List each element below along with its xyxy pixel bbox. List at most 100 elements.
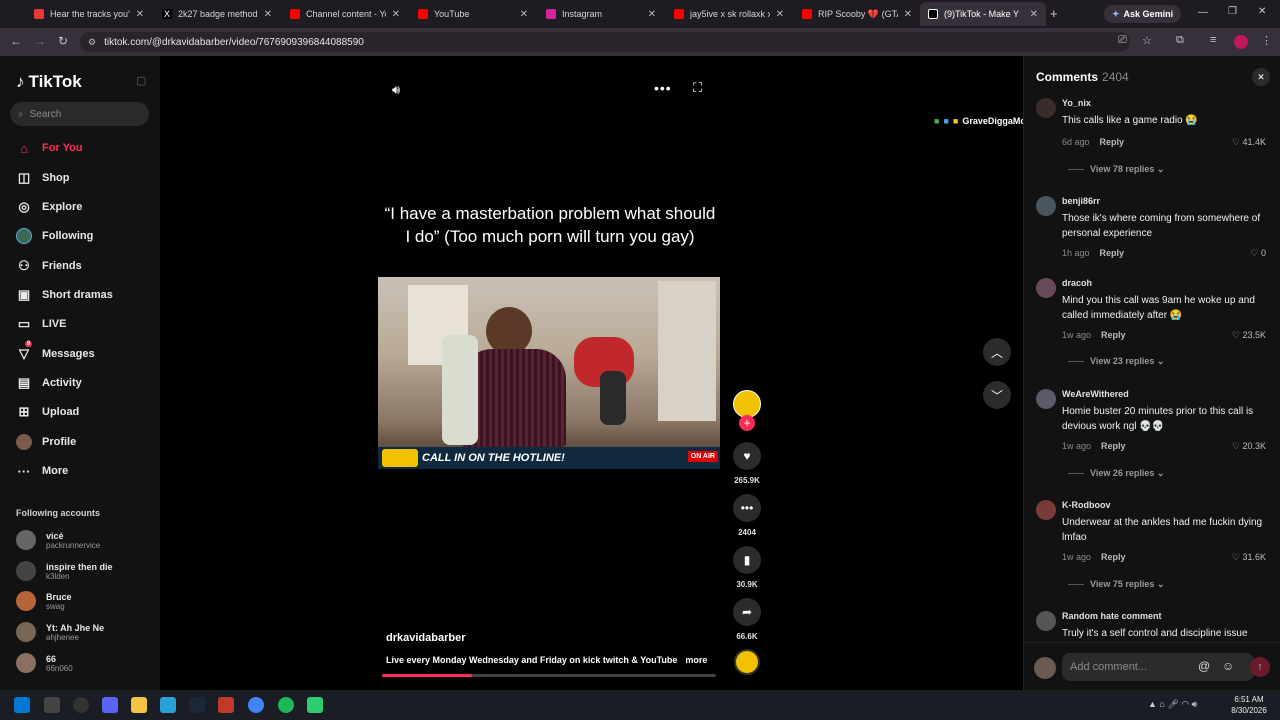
send-button[interactable]: ↑ xyxy=(1250,657,1270,677)
close-icon[interactable]: ✕ xyxy=(904,9,912,20)
nav-shop[interactable]: ◫ Shop xyxy=(16,168,70,188)
browser-tab[interactable]: Hear the tracks you've✕ xyxy=(26,2,152,26)
browser-tab[interactable]: YouTube ✕ xyxy=(410,2,536,26)
mention-icon[interactable]: @ xyxy=(1198,659,1210,673)
close-icon[interactable]: ✕ xyxy=(392,9,400,20)
new-tab-button[interactable]: + xyxy=(1050,6,1058,21)
video-author[interactable]: drkavidabarber xyxy=(386,632,465,644)
fullscreen-icon[interactable]: ⛶ xyxy=(693,80,702,96)
close-icon[interactable]: ✕ xyxy=(136,9,144,20)
nav-profile[interactable]: Profile xyxy=(16,432,76,452)
share-button[interactable]: ➦ xyxy=(733,598,761,626)
nav-following[interactable]: Following xyxy=(16,226,93,246)
following-account[interactable]: vicé packrunnervice xyxy=(16,530,100,550)
close-icon[interactable]: ✕ xyxy=(648,9,656,20)
reply-button[interactable]: Reply xyxy=(1101,330,1126,340)
clock[interactable]: 6:51 AM 8/30/2026 xyxy=(1224,694,1274,716)
video-progress-bar[interactable] xyxy=(382,674,716,677)
address-bar[interactable]: ⚙ tiktok.com/@drkavidabarber/video/76769… xyxy=(80,32,1130,52)
bookmark-star-icon[interactable]: ☆ xyxy=(1142,34,1152,47)
file-explorer-icon[interactable] xyxy=(131,697,147,713)
ask-gemini-button[interactable]: ✦ Ask Gemini xyxy=(1104,5,1182,23)
close-icon[interactable]: ✕ xyxy=(520,9,528,20)
view-replies-button[interactable]: View 23 replies ⌄ xyxy=(1068,356,1164,367)
widgets-icon[interactable] xyxy=(73,697,89,713)
minimize-icon[interactable]: — xyxy=(1198,7,1208,18)
site-info-icon[interactable]: ⚙ xyxy=(88,37,96,48)
comment-like[interactable]: ♡ 20.3K xyxy=(1232,441,1266,452)
tiktok-logo[interactable]: ♪ TikTok xyxy=(16,72,82,92)
reply-button[interactable]: Reply xyxy=(1101,552,1126,562)
profile-avatar-icon[interactable] xyxy=(1234,35,1248,49)
following-account[interactable]: Yt: Ah Jhe Ne ahjhenee xyxy=(16,622,104,642)
close-comments-button[interactable]: ✕ xyxy=(1252,68,1270,86)
following-account[interactable]: Bruce swag xyxy=(16,591,72,611)
media-controls-icon[interactable]: ≡ xyxy=(1210,34,1216,46)
browser-tab[interactable]: Channel content - You✕ xyxy=(282,2,408,26)
nav-upload[interactable]: ⊞ Upload xyxy=(16,402,80,422)
following-account[interactable]: inspire then die k3lden xyxy=(16,561,113,581)
close-icon[interactable]: ✕ xyxy=(776,9,784,20)
steam-icon[interactable] xyxy=(189,697,205,713)
comment-like[interactable]: ♡ 0 xyxy=(1250,248,1266,259)
nav-short-dramas[interactable]: ▣ Short dramas xyxy=(16,285,113,305)
comment-input[interactable]: Add comment... @ ☺ xyxy=(1062,653,1254,681)
nav-live[interactable]: ▭ LIVE xyxy=(16,314,67,334)
view-replies-button[interactable]: View 75 replies ⌄ xyxy=(1068,579,1164,590)
browser-tab[interactable]: X 2k27 badge method - ✕ xyxy=(154,2,280,26)
nav-explore[interactable]: ◎ Explore xyxy=(16,197,82,217)
discord-icon[interactable] xyxy=(102,697,118,713)
windows-start-icon[interactable] xyxy=(14,697,30,713)
close-icon[interactable]: ✕ xyxy=(264,9,272,20)
previous-video-button[interactable]: ︿ xyxy=(983,338,1011,366)
nav-more[interactable]: ··· More xyxy=(16,461,69,481)
save-button[interactable]: ▮ xyxy=(733,546,761,574)
task-view-icon[interactable] xyxy=(44,697,60,713)
browser-tab[interactable]: jay5ive x sk rollaxk x sc✕ xyxy=(666,2,792,26)
close-icon[interactable]: ✕ xyxy=(1030,9,1038,20)
follow-plus-icon[interactable]: + xyxy=(739,415,755,431)
nav-for-you[interactable]: ⌂ For You xyxy=(16,138,82,158)
browser-menu-icon[interactable]: ⋮ xyxy=(1261,34,1272,47)
more-link[interactable]: more xyxy=(685,655,707,665)
app-icon[interactable] xyxy=(307,697,323,713)
reload-icon[interactable]: ↻ xyxy=(58,34,68,48)
extensions-icon[interactable]: ⧉ xyxy=(1176,34,1184,47)
app-icon[interactable] xyxy=(218,697,234,713)
nav-messages[interactable]: ▽ 9 Messages xyxy=(16,341,95,364)
view-replies-button[interactable]: View 78 replies ⌄ xyxy=(1068,164,1164,175)
music-disc-icon[interactable] xyxy=(734,649,760,675)
forward-icon[interactable]: → xyxy=(34,34,46,48)
chrome-icon[interactable] xyxy=(248,697,264,713)
reply-button[interactable]: Reply xyxy=(1100,137,1125,147)
comment-like[interactable]: ♡ 23.5K xyxy=(1232,330,1266,341)
tray-icons[interactable]: ▲ ⌂ 🎤︎ ◠ 🔊︎ xyxy=(1148,699,1197,710)
install-app-icon[interactable]: ⎚ xyxy=(1118,34,1127,47)
view-replies-button[interactable]: View 26 replies ⌄ xyxy=(1068,468,1164,479)
following-account[interactable]: 66 66n060 xyxy=(16,653,73,673)
comment-button[interactable]: ••• xyxy=(733,494,761,522)
more-options-icon[interactable]: ••• xyxy=(654,80,672,96)
browser-tab[interactable]: Instagram ✕ xyxy=(538,2,664,26)
maximize-icon[interactable]: ❐ xyxy=(1228,6,1237,17)
comment-like[interactable]: ♡ 31.6K xyxy=(1232,552,1266,563)
back-icon[interactable]: ← xyxy=(10,34,22,48)
collapse-sidebar-icon[interactable]: ▢ xyxy=(136,74,146,87)
video-player[interactable]: CALL IN ON THE HOTLINE! ON AIR xyxy=(378,277,720,469)
nav-activity[interactable]: ▤ Activity xyxy=(16,373,82,393)
comment-like[interactable]: ♡ 41.4K xyxy=(1232,137,1266,148)
reply-button[interactable]: Reply xyxy=(1100,248,1125,258)
window-close-icon[interactable]: ✕ xyxy=(1258,6,1266,17)
app-icon[interactable] xyxy=(160,697,176,713)
browser-tab-active[interactable]: (9)TikTok - Make Y ✕ xyxy=(920,2,1046,26)
spotify-icon[interactable] xyxy=(278,697,294,713)
like-button[interactable]: ♥ xyxy=(733,442,761,470)
browser-tab[interactable]: RIP Scooby 💔 (GTA ✕ xyxy=(794,2,920,26)
volume-icon[interactable]: 🔊︎ xyxy=(392,82,400,98)
next-video-button[interactable]: ﹀ xyxy=(983,381,1011,409)
creator-avatar[interactable] xyxy=(733,390,761,418)
nav-friends[interactable]: ⚇ Friends xyxy=(16,256,82,276)
search-input[interactable]: ⌕ Search xyxy=(10,102,149,126)
reply-button[interactable]: Reply xyxy=(1101,441,1126,451)
emoji-icon[interactable]: ☺ xyxy=(1222,659,1234,673)
